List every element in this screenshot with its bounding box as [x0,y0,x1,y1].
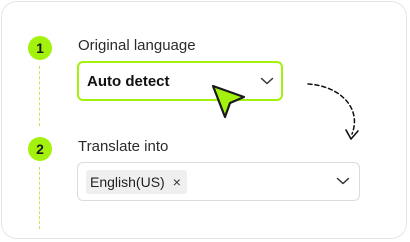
pointer-cursor-icon [211,84,246,119]
original-language-value: Auto detect [87,73,170,90]
original-language-select[interactable]: Auto detect [77,61,283,101]
translate-into-select[interactable]: English(US) × [77,162,360,201]
step-1-number: 1 [36,40,44,56]
step-1-badge: 1 [28,36,52,60]
dashed-curved-arrow-icon [307,83,359,140]
step-2-badge: 2 [28,137,52,161]
language-tag-label: English(US) [90,174,165,190]
step-connector-2 [39,167,40,229]
chevron-down-icon[interactable] [336,176,350,186]
language-tag: English(US) × [86,170,187,194]
original-language-label: Original language [78,37,196,54]
step-2-number: 2 [36,141,44,157]
step-connector-1 [39,66,40,126]
chevron-down-icon[interactable] [260,76,274,86]
remove-tag-icon[interactable]: × [173,175,181,189]
translate-into-label: Translate into [78,138,169,155]
